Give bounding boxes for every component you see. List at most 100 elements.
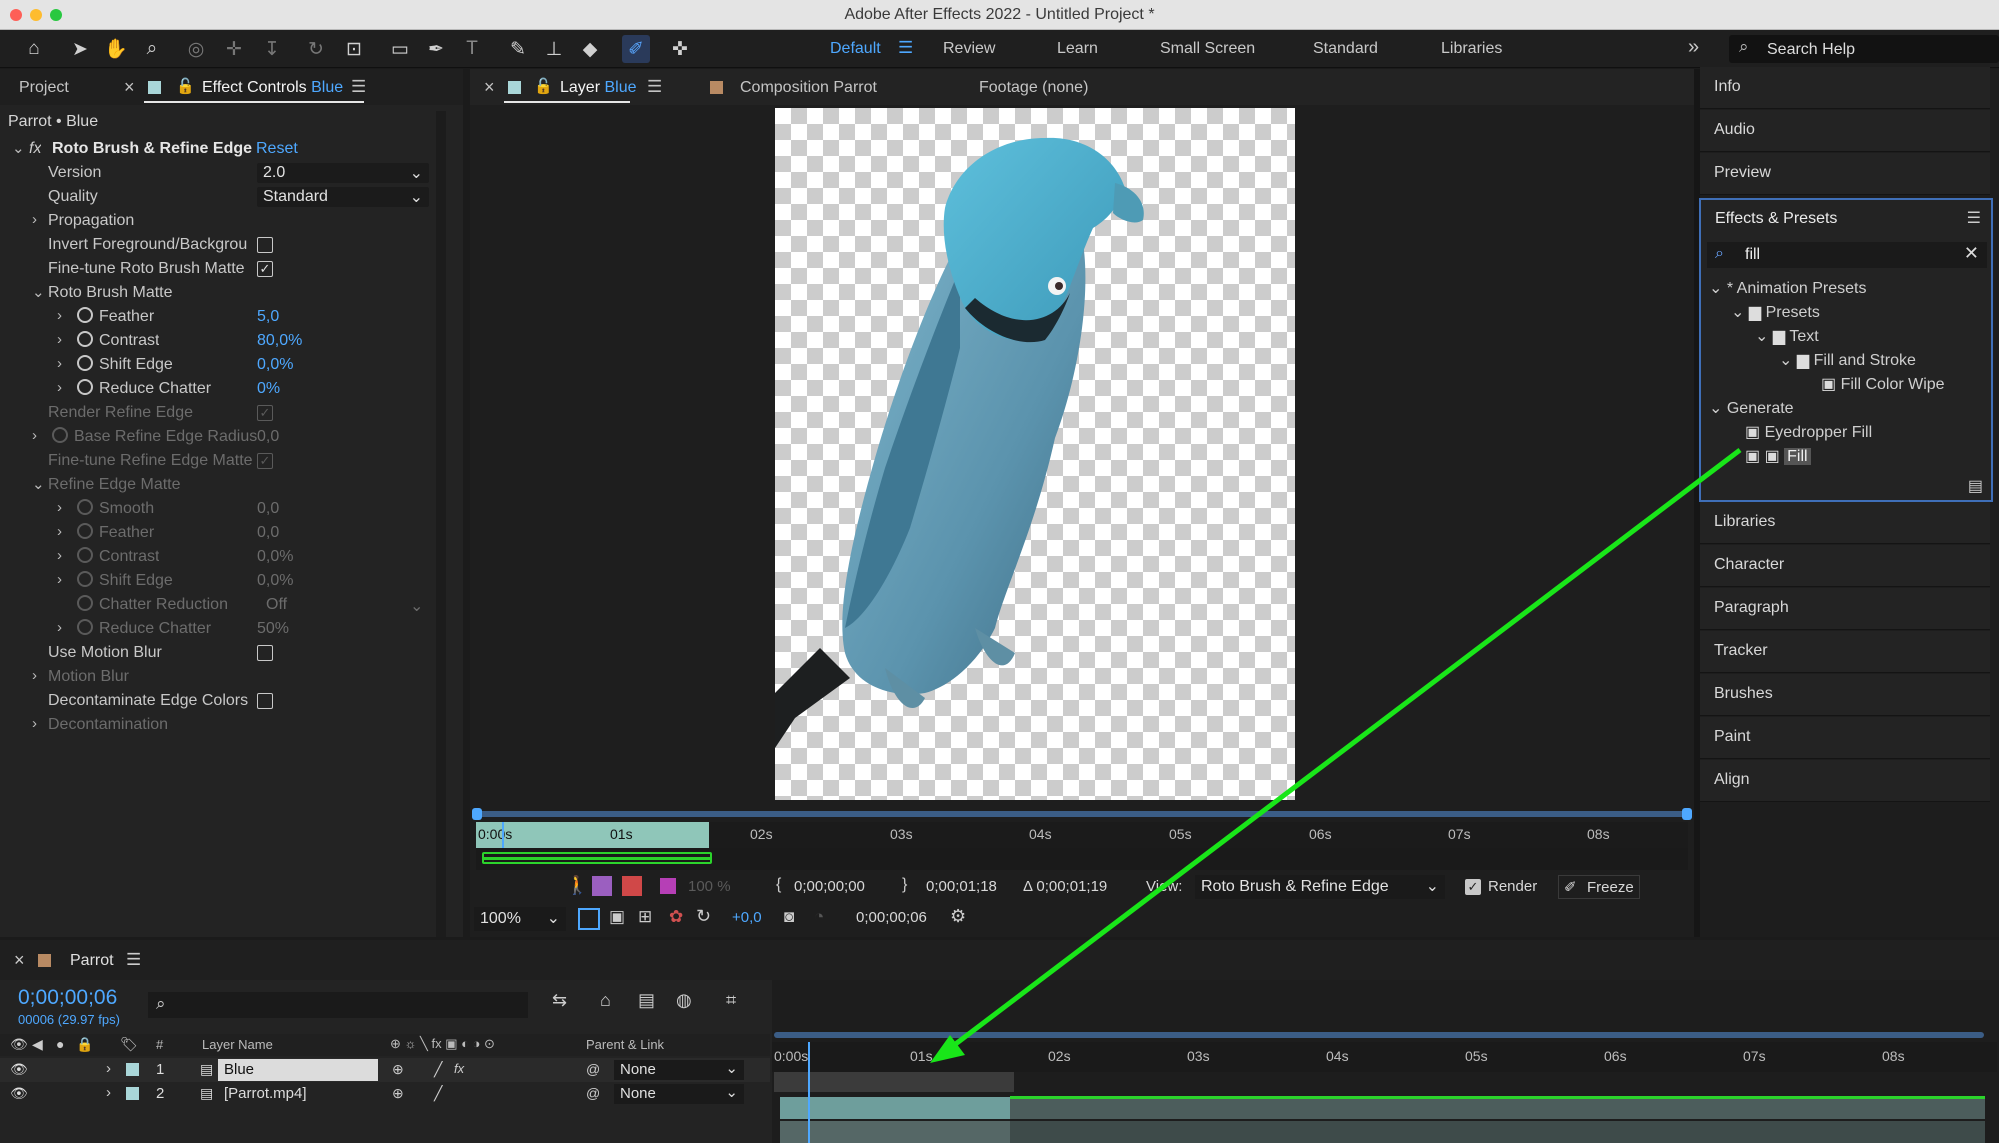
workspace-standard[interactable]: Standard bbox=[1313, 40, 1378, 58]
pan-behind-tool-icon[interactable]: ⊡ bbox=[340, 35, 368, 63]
stopwatch-icon[interactable] bbox=[77, 571, 93, 587]
decontaminate-checkbox[interactable] bbox=[257, 693, 273, 709]
new-bin-icon[interactable]: ▤ bbox=[1968, 476, 1983, 496]
chevron-right-icon[interactable]: › bbox=[106, 1084, 111, 1101]
layer-name[interactable]: [Parrot.mp4] bbox=[224, 1085, 307, 1102]
snapshot-icon[interactable]: ◙ bbox=[784, 907, 794, 927]
tree-fill[interactable]: ▣ ▣ Fill bbox=[1745, 446, 1811, 466]
effects-search-field[interactable]: ⌕ fill ✕ bbox=[1707, 242, 1987, 268]
title-safe-icon[interactable]: ▣ bbox=[609, 907, 625, 927]
scrollbar[interactable] bbox=[436, 111, 446, 937]
home-icon[interactable]: ⌂ bbox=[20, 35, 48, 63]
visibility-eye-icon[interactable]: 👁 bbox=[10, 1085, 28, 1102]
workspace-libraries[interactable]: Libraries bbox=[1441, 40, 1502, 58]
motion-blur-row[interactable]: › Motion Blur bbox=[0, 665, 435, 689]
lock-icon[interactable]: 🔒 bbox=[76, 1036, 93, 1053]
panel-menu-icon[interactable]: ☰ bbox=[1967, 208, 1981, 228]
layer-row[interactable]: 👁 › 1 ▤ Blue ⊕ ╱ fx @ None ⌄ bbox=[0, 1058, 770, 1082]
out-time[interactable]: 0;00;01;18 bbox=[926, 878, 997, 895]
show-snapshot-icon[interactable]: ◔ bbox=[814, 907, 824, 927]
rectangle-tool-icon[interactable]: ▭ bbox=[386, 35, 414, 63]
hand-tool-icon[interactable]: ✋ bbox=[102, 35, 130, 63]
stopwatch-icon[interactable] bbox=[77, 307, 93, 323]
reset-link[interactable]: Reset bbox=[256, 140, 298, 158]
chevron-down-icon[interactable]: ⌄ bbox=[12, 139, 25, 157]
orbit-camera-icon[interactable]: ◎ bbox=[182, 35, 210, 63]
layer-bar-parrot[interactable] bbox=[780, 1121, 1985, 1143]
panel-menu-icon[interactable]: ☰ bbox=[647, 77, 662, 97]
tab-effect-controls[interactable]: Effect Controls Blue bbox=[202, 79, 343, 97]
shy-switch-icon[interactable]: ⊕ bbox=[392, 1061, 404, 1078]
reduce-chatter-value[interactable]: 0% bbox=[257, 380, 280, 398]
timeline-comp-name[interactable]: Parrot bbox=[70, 952, 114, 970]
pick-whip-icon[interactable]: @ bbox=[586, 1061, 600, 1077]
stopwatch-icon[interactable] bbox=[77, 331, 93, 347]
chevron-right-icon[interactable]: › bbox=[57, 355, 62, 372]
workspace-small-screen[interactable]: Small Screen bbox=[1160, 40, 1255, 58]
lock-icon[interactable]: 🔓 bbox=[534, 77, 553, 95]
timeline-search-field[interactable]: ⌕ bbox=[148, 992, 528, 1018]
stopwatch-icon[interactable] bbox=[77, 619, 93, 635]
walk-icon[interactable]: 🚶 bbox=[566, 875, 588, 896]
clone-stamp-tool-icon[interactable]: ⊥ bbox=[540, 35, 568, 63]
toggle-view-icon[interactable]: ⚙ bbox=[950, 906, 966, 927]
version-dropdown[interactable]: 2.0 ⌄ bbox=[257, 163, 429, 183]
character-panel[interactable]: Character bbox=[1700, 545, 1990, 587]
clear-search-icon[interactable]: ✕ bbox=[1964, 243, 1979, 264]
panel-menu-icon[interactable]: ☰ bbox=[126, 950, 141, 970]
quality-dropdown[interactable]: Standard ⌄ bbox=[257, 187, 429, 207]
stopwatch-icon[interactable] bbox=[77, 547, 93, 563]
roto-brush-matte-row[interactable]: ⌄ Roto Brush Matte bbox=[0, 281, 435, 305]
tab-layer[interactable]: Layer Blue bbox=[560, 79, 637, 97]
parent-dropdown[interactable]: None ⌄ bbox=[614, 1060, 744, 1080]
shy-layers-icon[interactable]: ▤ bbox=[638, 990, 655, 1011]
workspace-learn[interactable]: Learn bbox=[1057, 40, 1098, 58]
chevron-right-icon[interactable]: › bbox=[57, 307, 62, 324]
chevron-right-icon[interactable]: › bbox=[106, 1060, 111, 1077]
stopwatch-icon[interactable] bbox=[52, 427, 68, 443]
panel-menu-icon[interactable]: ☰ bbox=[351, 77, 366, 97]
solo-icon[interactable]: ● bbox=[56, 1036, 64, 1052]
chevron-right-icon[interactable]: › bbox=[32, 667, 37, 684]
viewer-navigator-bar[interactable] bbox=[472, 808, 1692, 820]
shy-switch-icon[interactable]: ⊕ bbox=[392, 1085, 404, 1102]
tree-animation-presets[interactable]: ⌄ * Animation Presets bbox=[1709, 278, 1866, 298]
draft-3d-icon[interactable]: ⌂ bbox=[600, 990, 611, 1011]
column-parent-link[interactable]: Parent & Link bbox=[586, 1037, 664, 1052]
shift-edge-value[interactable]: 0,0% bbox=[257, 356, 293, 374]
parent-dropdown[interactable]: None ⌄ bbox=[614, 1084, 744, 1104]
finetune-refine-checkbox[interactable]: ✓ bbox=[257, 453, 273, 469]
navigator-start-handle[interactable] bbox=[472, 808, 482, 820]
decontamination-row[interactable]: › Decontamination bbox=[0, 713, 435, 737]
selection-tool-icon[interactable]: ➤ bbox=[66, 35, 94, 63]
workspace-default[interactable]: Default bbox=[830, 40, 881, 58]
roto-brush-tool-icon[interactable]: ✐ bbox=[622, 35, 650, 63]
brushes-panel[interactable]: Brushes bbox=[1700, 674, 1990, 716]
chevron-right-icon[interactable]: › bbox=[57, 547, 62, 564]
eye-icon[interactable]: 👁 bbox=[10, 1036, 28, 1053]
pick-whip-icon[interactable]: @ bbox=[586, 1085, 600, 1101]
fx-icon[interactable]: fx bbox=[29, 140, 41, 158]
in-time[interactable]: 0;00;00;00 bbox=[794, 878, 865, 895]
chevron-right-icon[interactable]: › bbox=[57, 499, 62, 516]
freeze-button[interactable]: ✐ Freeze bbox=[1558, 875, 1640, 899]
fx-switch-icon[interactable]: fx bbox=[454, 1061, 464, 1076]
paragraph-panel[interactable]: Paragraph bbox=[1700, 588, 1990, 630]
timeline-current-time[interactable]: 0;00;00;06 bbox=[18, 986, 117, 1010]
eraser-tool-icon[interactable]: ◆ bbox=[576, 35, 604, 63]
current-time-indicator[interactable] bbox=[502, 822, 504, 848]
close-tab-icon[interactable]: × bbox=[484, 77, 495, 98]
workspace-overflow-icon[interactable]: » bbox=[1688, 36, 1699, 59]
reduce2-value[interactable]: 50% bbox=[257, 620, 289, 638]
layer-label-swatch[interactable] bbox=[126, 1087, 139, 1100]
render-checkbox[interactable]: ✓ bbox=[1465, 879, 1481, 895]
visibility-eye-icon[interactable]: 👁 bbox=[10, 1061, 28, 1078]
zoom-dropdown[interactable]: 100% ⌄ bbox=[474, 907, 566, 931]
tab-footage[interactable]: Footage (none) bbox=[979, 79, 1088, 97]
timeline-current-time-indicator[interactable] bbox=[808, 1042, 810, 1143]
brush-tool-icon[interactable]: ✎ bbox=[504, 35, 532, 63]
subtract-stroke-icon[interactable] bbox=[622, 876, 642, 896]
layer-row[interactable]: 👁 › 2 ▤ [Parrot.mp4] ⊕ ╱ @ None ⌄ bbox=[0, 1082, 770, 1106]
out-point-icon[interactable]: } bbox=[902, 876, 907, 894]
refine-edge-matte-row[interactable]: ⌄ Refine Edge Matte bbox=[0, 473, 435, 497]
